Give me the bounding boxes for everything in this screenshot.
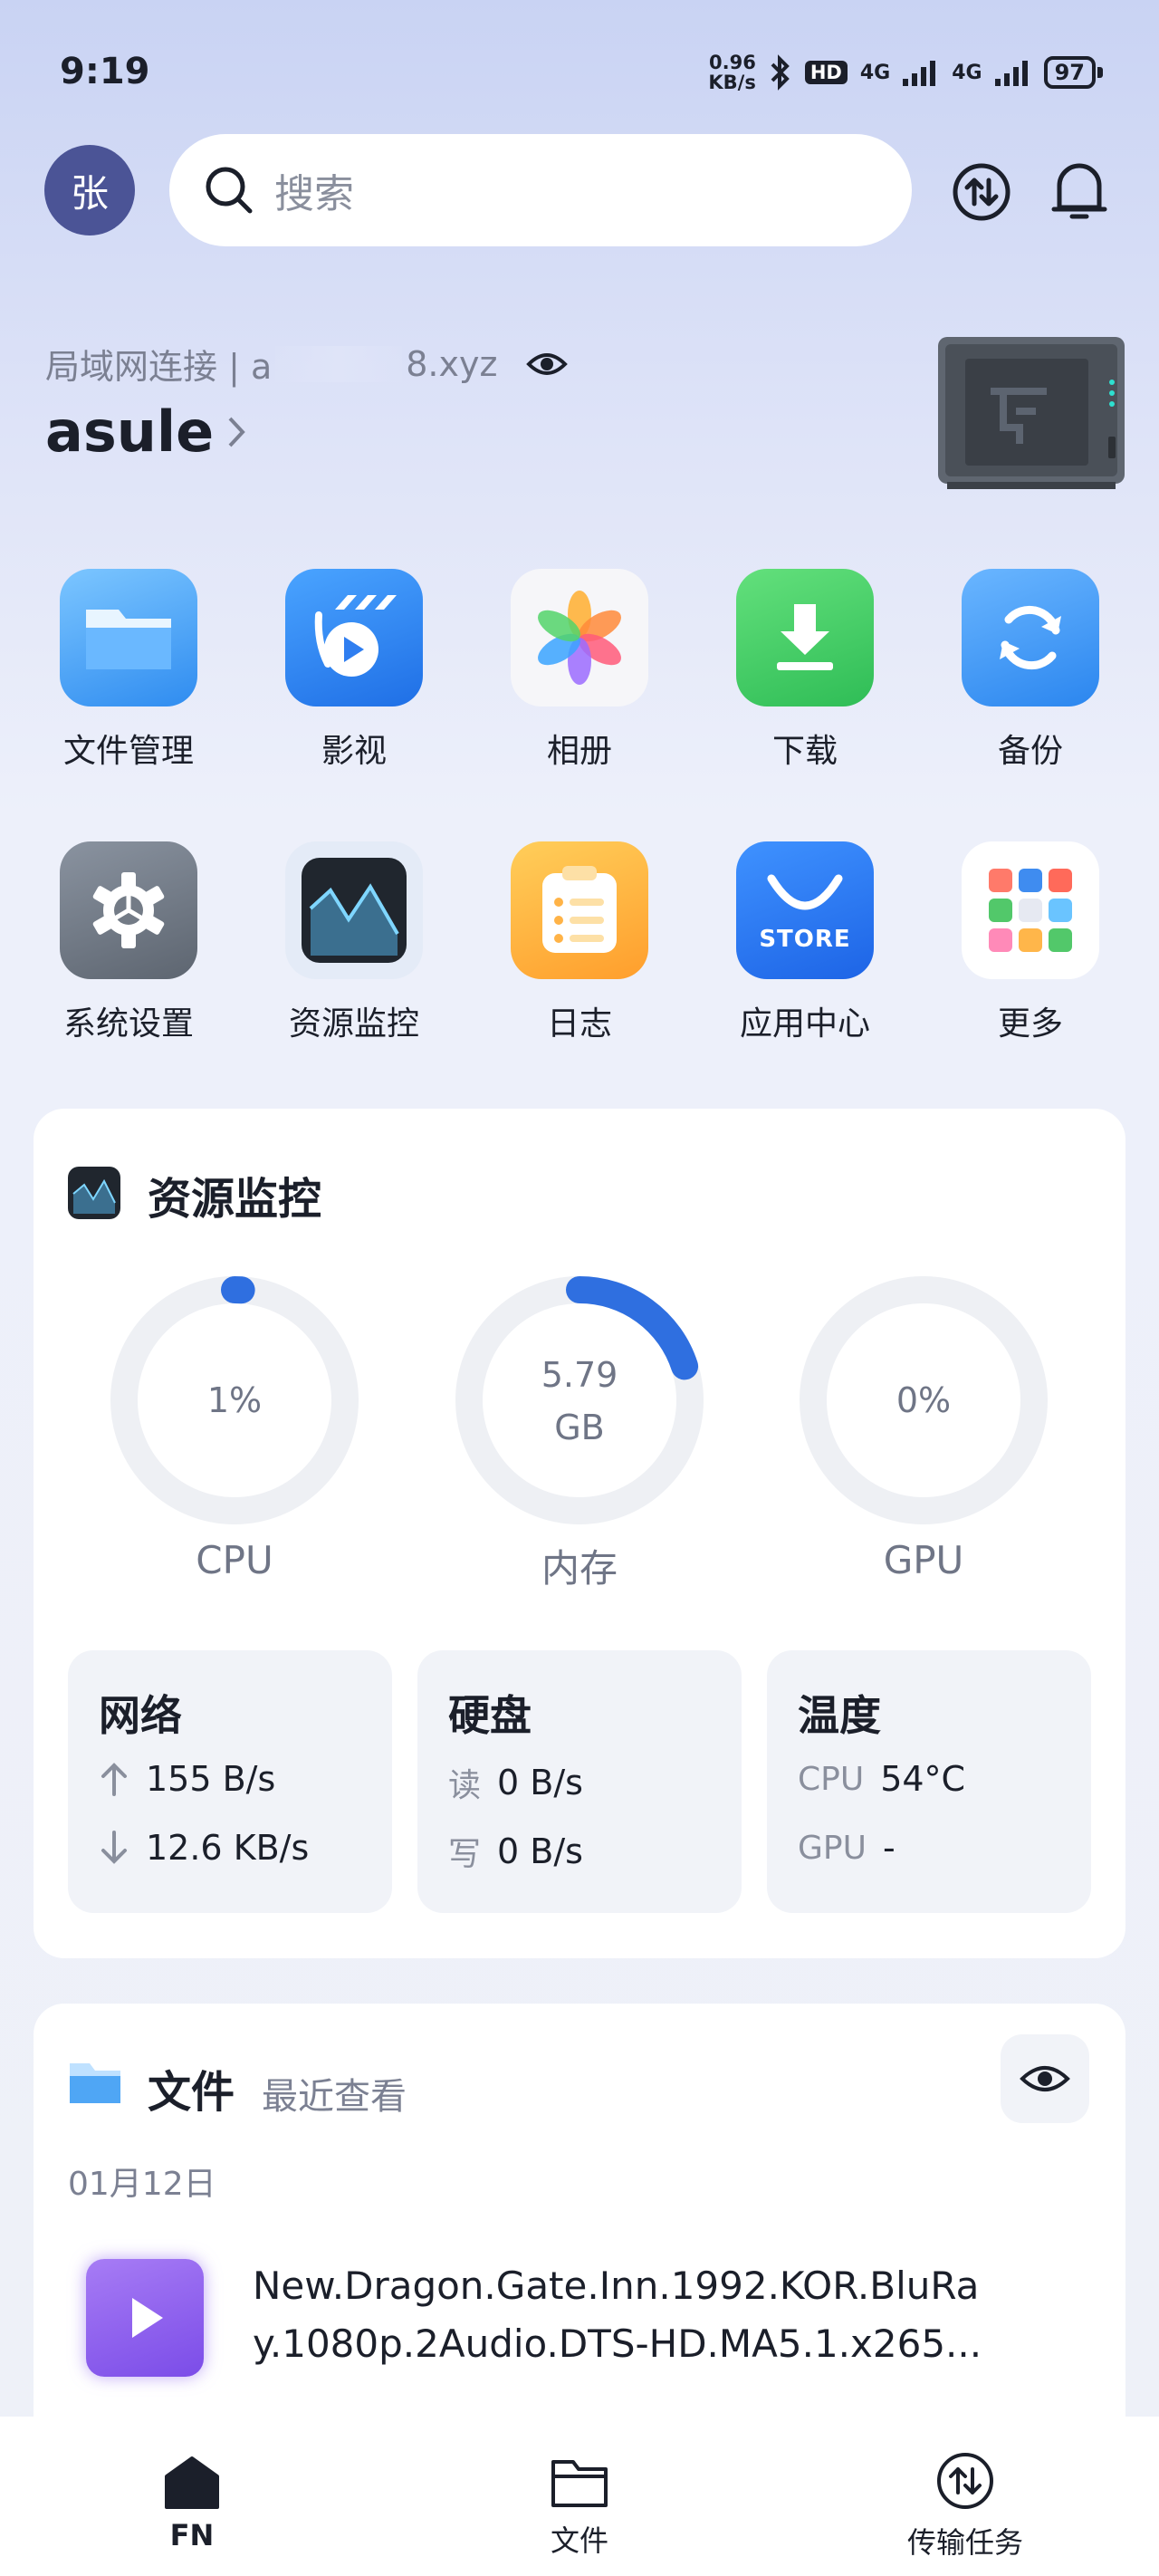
memory-label: 内存 (541, 1546, 618, 1591)
search-placeholder: 搜索 (274, 171, 354, 217)
disk-write: 0 B/s (497, 1831, 583, 1871)
files-title: 文件 (148, 2067, 235, 2118)
backup-icon (962, 569, 1099, 706)
video-file-icon (86, 2259, 204, 2377)
app-system-settings[interactable]: 系统设置 (34, 841, 224, 1044)
avatar[interactable]: 张 (44, 145, 135, 235)
gpu-label: GPU (883, 1538, 964, 1582)
bluetooth-icon (771, 54, 790, 91)
tab-transfer-tasks[interactable]: 传输任务 (829, 2417, 1101, 2576)
status-icons: 0.96 KB/s HD 4G 4G 97 (708, 52, 1104, 93)
photos-icon (511, 569, 648, 706)
app-photos[interactable]: 相册 (484, 569, 675, 772)
resource-monitor-card[interactable]: 资源监控 1% CPU 5.79 GB 内存 0% GPU 网络 155 B/s… (34, 1109, 1125, 1958)
app-file-manager[interactable]: 文件管理 (34, 569, 224, 772)
folder-outline-icon (551, 2460, 608, 2507)
bottom-tab-bar: FN 文件 传输任务 (0, 2417, 1159, 2576)
recent-file-item[interactable]: New.Dragon.Gate.Inn.1992.KOR.BluRa y.108… (253, 2257, 1068, 2373)
signal-label-1: 4G (859, 61, 891, 84)
memory-unit: GB (554, 1408, 605, 1447)
folder-icon (60, 569, 197, 706)
status-time: 9:19 (60, 51, 150, 92)
cpu-label: CPU (196, 1538, 273, 1582)
gear-icon (60, 841, 197, 979)
chevron-right-icon (228, 417, 245, 447)
recent-file-name-line1: New.Dragon.Gate.Inn.1992.KOR.BluRa (253, 2264, 980, 2308)
network-upload: 155 B/s (146, 1759, 276, 1799)
eye-icon (1020, 2066, 1070, 2091)
signal-bars-icon (903, 61, 936, 86)
disk-title: 硬盘 (448, 1691, 532, 1740)
tab-fn-label: FN (169, 2518, 215, 2552)
arrow-up-icon (101, 1763, 127, 1796)
disk-write-key: 写 (448, 1836, 482, 1873)
disk-read-key: 读 (448, 1767, 482, 1804)
gpu-value: 0% (896, 1380, 952, 1420)
device-selector[interactable]: asule (45, 399, 246, 465)
redacted-address (275, 345, 403, 382)
app-video[interactable]: 影视 (259, 569, 449, 772)
folder-icon (70, 2063, 120, 2103)
connection-info: 局域网连接 | a 8.xyz (45, 339, 569, 389)
tab-transfer-label: 传输任务 (906, 2525, 1023, 2560)
temp-gpu: - (882, 1828, 896, 1868)
app-log[interactable]: 日志 (484, 841, 675, 1044)
search-icon (206, 167, 253, 214)
monitor-icon (285, 841, 423, 979)
arrow-down-icon (101, 1831, 127, 1864)
app-store[interactable]: STORE 应用中心 (710, 841, 900, 1044)
search-bar[interactable]: 搜索 (169, 134, 912, 246)
disk-read: 0 B/s (497, 1763, 583, 1802)
bell-icon (1051, 163, 1107, 219)
disk-stat: 硬盘 读 0 B/s 写 0 B/s (417, 1650, 742, 1913)
app-resource-monitor[interactable]: 资源监控 (259, 841, 449, 1044)
connection-address: 8.xyz (406, 343, 498, 384)
temperature-title: 温度 (798, 1691, 881, 1740)
signal-label-2: 4G (952, 61, 982, 84)
network-download: 12.6 KB/s (146, 1828, 310, 1868)
memory-value: 5.79 (541, 1355, 618, 1395)
monitor-icon (68, 1167, 120, 1219)
connection-label: 局域网连接 | a (45, 347, 273, 387)
signal-bars-icon-2 (994, 61, 1028, 86)
more-icon (962, 841, 1099, 979)
download-icon (736, 569, 874, 706)
nas-device-icon (938, 337, 1125, 489)
net-speed: 0.96 KB/s (708, 52, 756, 93)
hd-badge: HD (804, 61, 848, 84)
temp-cpu: 54°C (880, 1759, 966, 1799)
network-title: 网络 (99, 1691, 182, 1740)
cpu-value: 1% (206, 1380, 263, 1420)
tab-fn[interactable]: FN (56, 2417, 328, 2576)
memory-gauge (455, 1276, 704, 1524)
battery-indicator: 97 (1043, 56, 1104, 89)
store-icon: STORE (736, 841, 874, 979)
eye-icon[interactable] (526, 349, 569, 380)
app-backup[interactable]: 备份 (935, 569, 1125, 772)
log-icon (511, 841, 648, 979)
files-date: 01月12日 (68, 2166, 216, 2203)
transfer-icon (953, 163, 1011, 221)
recent-file-name-line2: y.1080p.2Audio.DTS-HD.MA5.1.x265... (253, 2321, 982, 2366)
transfer-icon (937, 2453, 993, 2509)
temp-cpu-key: CPU (798, 1760, 865, 1798)
device-name: asule (45, 399, 215, 465)
home-icon (165, 2456, 219, 2509)
network-stat: 网络 155 B/s 12.6 KB/s (68, 1650, 392, 1913)
tab-files-label: 文件 (550, 2523, 608, 2558)
video-icon (285, 569, 423, 706)
files-card[interactable]: 文件 最近查看 01月12日 New.Dragon.Gate.Inn.1992.… (34, 2004, 1125, 2475)
toggle-visibility-button[interactable] (1001, 2034, 1089, 2123)
app-download[interactable]: 下载 (710, 569, 900, 772)
temperature-stat: 温度 CPU 54°C GPU - (767, 1650, 1091, 1913)
temp-gpu-key: GPU (798, 1829, 867, 1867)
monitor-title: 资源监控 (148, 1174, 322, 1225)
files-subtitle: 最近查看 (262, 2076, 407, 2118)
notification-button[interactable] (1043, 154, 1116, 226)
tab-files[interactable]: 文件 (444, 2417, 715, 2576)
app-more[interactable]: 更多 (935, 841, 1125, 1044)
store-badge: STORE (759, 926, 851, 953)
transfer-button[interactable] (945, 156, 1018, 228)
